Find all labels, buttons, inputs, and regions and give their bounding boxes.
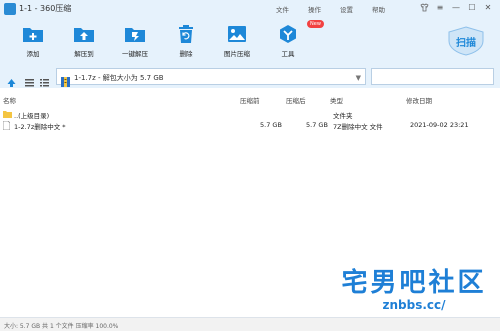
image-compress-button[interactable]: 图片压缩 bbox=[212, 24, 262, 58]
delete-label: 删除 bbox=[179, 50, 193, 58]
status-bar: 大小: 5.7 GB 共 1 个文件 压缩率 100.0% bbox=[0, 317, 500, 331]
up-arrow-icon[interactable] bbox=[7, 72, 16, 87]
path-text: 1-1.7z - 解包大小为 5.7 GB bbox=[74, 74, 164, 82]
detail-view-icon[interactable] bbox=[40, 72, 49, 87]
path-dropdown-icon[interactable]: ▼ bbox=[356, 74, 361, 82]
scan-label: 扫描 bbox=[456, 36, 476, 49]
watermark: 宅男吧社区 znbbs.cc/ bbox=[334, 268, 494, 312]
image-compress-label: 图片压缩 bbox=[224, 50, 250, 58]
column-size[interactable]: 压缩后 bbox=[286, 95, 306, 105]
scan-button[interactable]: 扫描 bbox=[446, 26, 486, 56]
extract-to-icon bbox=[73, 24, 95, 44]
tools-icon: New bbox=[277, 20, 324, 44]
tools-label: 工具 bbox=[281, 50, 295, 58]
file-list-header: 名称 压缩前 压缩后 类型 修改日期 bbox=[0, 94, 500, 105]
scan-shield-icon: 扫描 bbox=[448, 26, 484, 56]
minimize-button[interactable]: — bbox=[450, 3, 462, 12]
file-type: 7Z删除中文 文件 bbox=[333, 123, 383, 131]
skin-icon[interactable] bbox=[418, 3, 430, 14]
list-item[interactable]: 1-2.7z删除中文 * 5.7 GB 5.7 GB 7Z删除中文 文件 202… bbox=[0, 120, 500, 131]
document-icon bbox=[2, 120, 11, 132]
column-compressed[interactable]: 压缩前 bbox=[240, 95, 260, 105]
one-click-extract-button[interactable]: 一键解压 bbox=[110, 24, 160, 58]
one-click-extract-label: 一键解压 bbox=[122, 50, 148, 58]
delete-button[interactable]: 删除 bbox=[161, 24, 211, 58]
file-name: ..(上级目录) bbox=[14, 112, 50, 120]
menu-help[interactable]: 帮助 bbox=[372, 4, 385, 14]
recycle-icon bbox=[175, 24, 197, 44]
archive-icon bbox=[61, 72, 70, 87]
file-name: 1-2.7z删除中文 * bbox=[14, 123, 66, 131]
add-label: 添加 bbox=[26, 50, 40, 58]
add-button[interactable]: 添加 bbox=[8, 24, 58, 58]
path-box[interactable]: 1-1.7z - 解包大小为 5.7 GB ▼ bbox=[56, 68, 366, 87]
status-text: 大小: 5.7 GB 共 1 个文件 压缩率 100.0% bbox=[4, 323, 119, 330]
column-type[interactable]: 类型 bbox=[330, 95, 343, 105]
file-size: 5.7 GB bbox=[306, 121, 328, 129]
file-compressed: 5.7 GB bbox=[260, 121, 282, 129]
watermark-url: znbbs.cc/ bbox=[382, 298, 446, 312]
list-view-icon[interactable] bbox=[25, 72, 34, 87]
folder-icon bbox=[3, 110, 12, 120]
file-type: 文件夹 bbox=[333, 112, 353, 120]
one-click-extract-icon bbox=[124, 24, 146, 44]
column-name[interactable]: 名称 bbox=[3, 95, 16, 105]
menu-settings[interactable]: 设置 bbox=[340, 4, 353, 14]
close-button[interactable]: ✕ bbox=[482, 3, 494, 12]
menu-operate[interactable]: 操作 bbox=[308, 4, 321, 14]
watermark-title: 宅男吧社区 bbox=[341, 268, 487, 298]
extract-to-label: 解压到 bbox=[74, 50, 94, 58]
image-icon bbox=[226, 24, 248, 44]
list-item[interactable]: ..(上级目录) 文件夹 bbox=[0, 109, 500, 120]
new-badge: New bbox=[307, 20, 324, 28]
app-logo-icon bbox=[4, 3, 16, 15]
window-title: 1-1 - 360压缩 bbox=[19, 4, 72, 13]
menu-file[interactable]: 文件 bbox=[276, 4, 289, 14]
title-bar: 1-1 - 360压缩 文件 操作 设置 帮助 ≡ — ☐ ✕ bbox=[0, 0, 500, 18]
extract-to-button[interactable]: 解压到 bbox=[59, 24, 109, 58]
address-bar: 1-1.7z - 解包大小为 5.7 GB ▼ bbox=[0, 66, 500, 88]
column-modified[interactable]: 修改日期 bbox=[406, 95, 432, 105]
search-input[interactable] bbox=[371, 68, 494, 85]
menu-list-icon[interactable]: ≡ bbox=[434, 3, 446, 12]
add-icon bbox=[22, 24, 44, 44]
toolbar: 添加 解压到 一键解压 删除 图片压缩 New 工具 bbox=[0, 18, 500, 66]
file-modified: 2021-09-02 23:21 bbox=[410, 121, 469, 129]
maximize-button[interactable]: ☐ bbox=[466, 3, 478, 12]
tools-button[interactable]: New 工具 bbox=[263, 20, 324, 58]
